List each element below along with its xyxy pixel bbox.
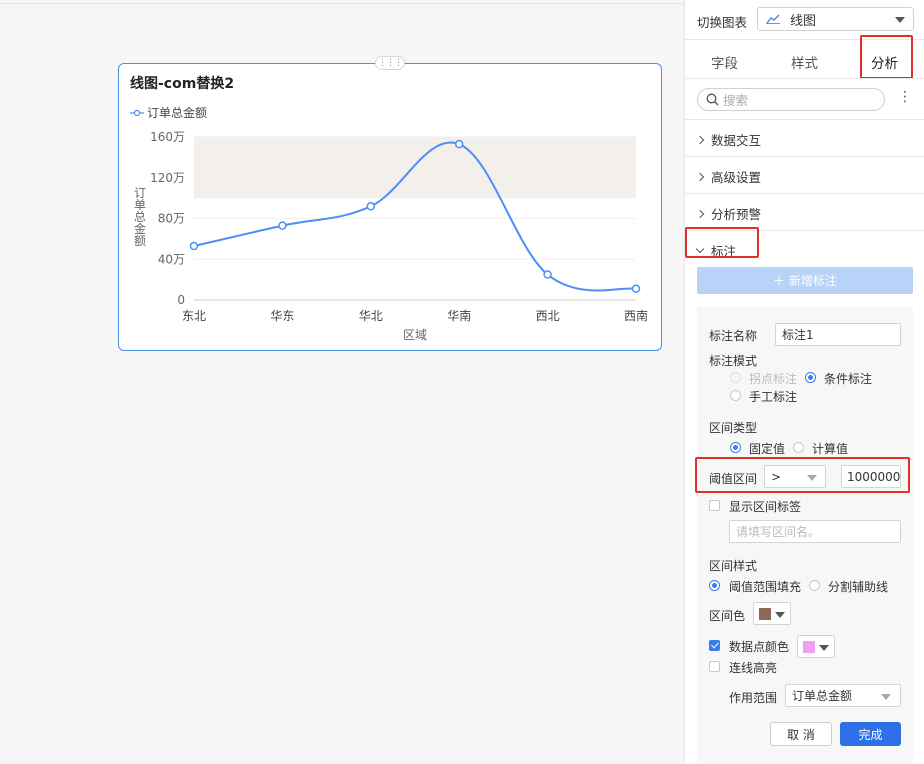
x-tick-label: 华东 [270, 309, 294, 323]
highlight-box-tab [860, 35, 913, 79]
style-line-radio[interactable] [809, 580, 820, 591]
chevron-right-icon [695, 209, 705, 218]
chevron-right-icon [695, 135, 705, 144]
chevron-right-icon [695, 172, 705, 181]
style-label: 区间样式 [709, 559, 758, 573]
range-fixed-label: 固定值 [749, 442, 786, 456]
y-axis-label: 额 [134, 234, 146, 248]
data-point [543, 270, 552, 279]
x-tick-label: 东北 [182, 309, 206, 323]
highlight-box-threshold [695, 457, 910, 493]
color-label: 区间色 [709, 609, 746, 623]
x-tick-label: 西南 [624, 308, 648, 323]
x-tick-label: 华北 [359, 309, 383, 323]
dropdown-caret-icon [881, 694, 891, 700]
y-tick-label: 40万 [158, 252, 185, 266]
accordion-label: 分析预警 [711, 207, 762, 222]
point-color-label: 数据点颜色 [729, 640, 790, 654]
data-point [454, 139, 464, 149]
drag-handle-icon[interactable]: ⋮⋮⋮ [375, 56, 405, 70]
point-color-picker[interactable] [797, 635, 835, 658]
highlight-box-annotation [685, 227, 759, 258]
color-swatch [759, 608, 771, 620]
show-label-checkbox[interactable] [709, 500, 720, 511]
range-label-input[interactable]: 请填写区间名。 [729, 520, 901, 543]
highlight-line-checkbox[interactable] [709, 661, 720, 672]
switch-chart-label: 切换图表 [697, 15, 748, 30]
scope-value: 订单总金额 [792, 689, 853, 703]
data-point [631, 284, 641, 294]
style-line-label: 分割辅助线 [828, 580, 889, 594]
search-icon [706, 93, 719, 106]
y-tick-label: 80万 [158, 212, 185, 226]
mode-condition-label: 条件标注 [824, 372, 873, 386]
search-input[interactable]: 搜索 [697, 88, 885, 111]
y-tick-label: 120万 [150, 171, 185, 185]
divider [685, 156, 924, 157]
tab-fields[interactable]: 字段 [711, 52, 738, 72]
search-placeholder: 搜索 [723, 93, 749, 108]
range-type-label: 区间类型 [709, 421, 758, 435]
chart-type-select[interactable]: 线图 [757, 7, 914, 31]
x-tick-label: 华南 [447, 308, 471, 323]
dropdown-caret-icon [895, 17, 905, 23]
data-point [189, 241, 199, 251]
data-point [366, 202, 376, 211]
dropdown-caret-icon [819, 645, 829, 651]
more-options-icon[interactable]: ⋮ [898, 90, 912, 104]
tab-style[interactable]: 样式 [791, 52, 818, 72]
dropdown-caret-icon [775, 612, 785, 618]
y-tick-label: 160万 [150, 130, 185, 144]
x-tick-label: 西北 [536, 309, 560, 323]
annotation-form: 标注名称 标注1 标注模式 拐点标注 条件标注 手工标注 区间类型 固定值 计算… [695, 307, 913, 764]
scope-select[interactable]: 订单总金额 [785, 684, 901, 707]
mode-label: 标注模式 [709, 354, 758, 368]
add-annotation-button[interactable]: ＋ 新增标注 [697, 267, 913, 294]
line-chart: 160万120万80万40万0东北 华东 华北 华南 西北 西南区域订单总金额 [134, 130, 648, 342]
cancel-button[interactable]: 取 消 [770, 722, 832, 746]
divider [685, 119, 924, 120]
annotation-band [194, 137, 636, 199]
style-fill-radio[interactable] [709, 580, 720, 591]
accordion-analysis-alert[interactable]: 分析预警 [695, 204, 762, 223]
annotation-name-input[interactable]: 标注1 [775, 323, 901, 346]
chart-card[interactable]: 线图-com替换2 订单总金额 160万 120万 80万 40万 0 东北 华东 华北 华南西… [118, 63, 662, 351]
mode-condition-radio[interactable] [805, 372, 816, 383]
accordion-label: 数据交互 [711, 133, 762, 148]
x-axis-label: 区域 [403, 328, 427, 342]
settings-panel: 切换图表 线图 字段 样式 分析 搜索 ⋮ 数据交互 高级设置 分析预警 标注 … [684, 0, 924, 764]
data-point [278, 221, 287, 230]
mode-inflection-radio [730, 372, 741, 383]
done-button[interactable]: 完成 [840, 722, 901, 746]
accordion-label: 高级设置 [711, 170, 762, 185]
divider [685, 78, 924, 79]
point-color-checkbox[interactable] [709, 640, 720, 651]
mode-manual-label: 手工标注 [749, 390, 798, 404]
accordion-data-interaction[interactable]: 数据交互 [695, 130, 762, 149]
accordion-advanced-settings[interactable]: 高级设置 [695, 167, 762, 186]
chart-type-value: 线图 [790, 13, 817, 29]
divider [685, 193, 924, 194]
color-swatch [803, 641, 815, 653]
line-chart-icon [766, 14, 780, 24]
range-color-picker[interactable] [753, 602, 791, 625]
range-fixed-radio[interactable] [730, 442, 741, 453]
top-divider [0, 3, 684, 4]
show-label-text: 显示区间标签 [729, 500, 802, 514]
name-label: 标注名称 [709, 329, 758, 343]
scope-label: 作用范围 [729, 691, 778, 705]
range-calc-label: 计算值 [812, 442, 849, 456]
y-tick-label: 0 [177, 293, 185, 307]
highlight-line-label: 连线高亮 [729, 661, 778, 675]
range-calc-radio[interactable] [793, 442, 804, 453]
mode-inflection-label: 拐点标注 [749, 372, 798, 386]
style-fill-label: 阈值范围填充 [729, 580, 802, 594]
mode-manual-radio[interactable] [730, 390, 741, 401]
